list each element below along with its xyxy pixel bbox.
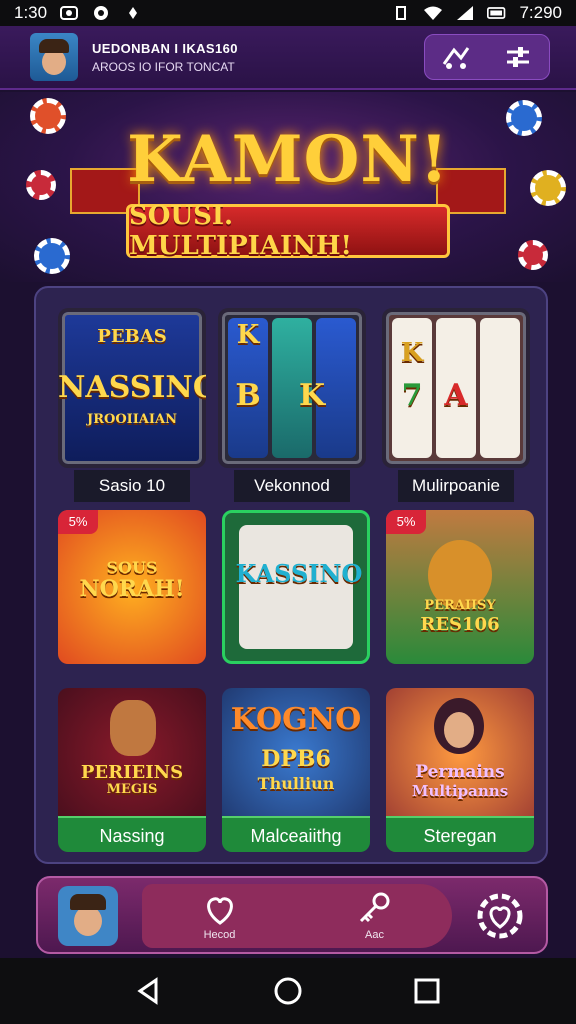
- status-time: 1:30: [14, 3, 48, 22]
- game-label: Steregan: [386, 816, 534, 852]
- game-label: Nassing: [58, 816, 206, 852]
- cell-signal-icon: [457, 6, 474, 20]
- app-header: UEDONBAN I IKAS160 AROOS IO IFOR TONCAT: [0, 26, 576, 90]
- vibrate-icon: [396, 6, 407, 20]
- ribbon-text: SOUSI. MULTIPIAINH!: [129, 201, 352, 261]
- promo-banner[interactable]: KAMON! SOUSI. MULTIPIAINH!: [0, 92, 576, 282]
- game-tile[interactable]: 5% PERAIISY RES106: [386, 510, 534, 664]
- nav-item-aac[interactable]: Aac: [335, 891, 415, 941]
- profile-avatar-bottom[interactable]: [58, 886, 118, 946]
- back-icon[interactable]: [134, 976, 164, 1006]
- signal-icon: [129, 7, 138, 19]
- filter-button[interactable]: [498, 37, 538, 77]
- games-grid: PEBAS NASSINO JROOIIAIAN Sasio 10 K B K …: [34, 286, 548, 864]
- game-tile[interactable]: K 7 A Mulirpoanie: [382, 308, 530, 504]
- game-label: Sasio 10: [74, 470, 190, 502]
- profile-avatar[interactable]: [30, 33, 78, 81]
- bottom-nav: Hecod Aac: [142, 884, 452, 948]
- banner-title: KAMON!: [127, 122, 449, 197]
- transfer-button[interactable]: [436, 37, 476, 77]
- header-actions: [424, 34, 550, 80]
- battery-icon: [487, 7, 506, 19]
- nav-item-hecod[interactable]: Hecod: [180, 891, 260, 941]
- settings-button[interactable]: [472, 888, 528, 944]
- game-tile[interactable]: KOGNO DPB6 Thulliun Malceaiithg: [222, 688, 370, 852]
- discount-badge: 5%: [58, 510, 98, 534]
- status-clock: 7:290: [519, 3, 562, 22]
- game-tile[interactable]: KASSINO: [222, 510, 370, 664]
- system-nav-bar: [0, 958, 576, 1024]
- home-icon[interactable]: [273, 976, 303, 1006]
- app-icon: [94, 6, 109, 20]
- heart-chat-icon: [206, 897, 233, 925]
- game-tile[interactable]: K B K Vekonnod: [218, 308, 366, 504]
- key-icon: [359, 892, 389, 923]
- notification-icon: [60, 6, 79, 20]
- banner-ribbon: SOUSI. MULTIPIAINH!: [126, 201, 450, 261]
- game-tile[interactable]: PEBAS NASSINO JROOIIAIAN Sasio 10: [58, 308, 206, 504]
- chip-icon: [34, 238, 70, 274]
- wifi-icon: [424, 6, 443, 20]
- chip-icon: [518, 240, 548, 270]
- transfer-icon: [442, 47, 470, 69]
- game-tile[interactable]: 5% SOUS NORAH!: [58, 510, 206, 664]
- game-label: Mulirpoanie: [398, 470, 514, 502]
- game-label: Vekonnod: [234, 470, 350, 502]
- filter-icon: [507, 47, 529, 67]
- recents-icon[interactable]: [412, 976, 442, 1006]
- bottom-bar: Hecod Aac: [36, 876, 548, 954]
- discount-badge: 5%: [386, 510, 426, 534]
- heart-gear-icon: [477, 893, 523, 939]
- header-title: UEDONBAN I IKAS160: [92, 40, 238, 56]
- game-tile[interactable]: Permains Multipanns Steregan: [386, 688, 534, 852]
- game-label: Malceaiithg: [222, 816, 370, 852]
- header-subtitle: AROOS IO IFOR TONCAT: [92, 59, 235, 74]
- game-tile[interactable]: PERIEINS MEGIS Nassing: [58, 688, 206, 852]
- status-bar: 1:30 7:290: [0, 0, 576, 26]
